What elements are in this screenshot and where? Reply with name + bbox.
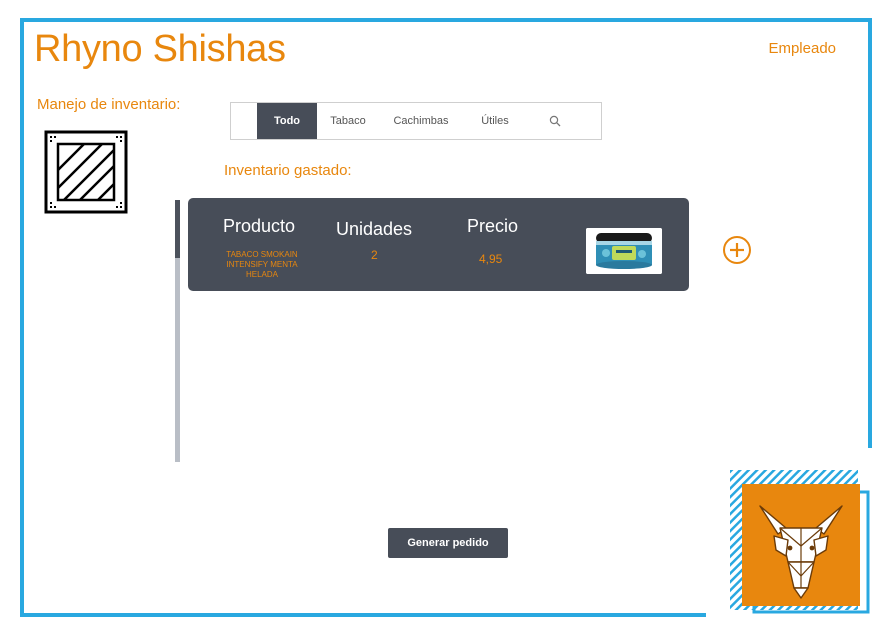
tab-tabaco[interactable]: Tabaco xyxy=(317,103,379,139)
column-header-units: Unidades xyxy=(336,219,413,239)
plus-circle-icon xyxy=(723,236,751,264)
inventory-scrollbar-thumb[interactable] xyxy=(175,200,180,258)
generate-order-button[interactable]: Generar pedido xyxy=(388,528,508,558)
inventory-title: Inventario gastado: xyxy=(224,162,352,179)
frame-bottom xyxy=(20,613,706,617)
brand-logo xyxy=(730,470,870,616)
crate-icon[interactable] xyxy=(44,130,128,214)
frame-left xyxy=(20,18,24,617)
category-tabs: Todo Tabaco Cachimbas Útiles xyxy=(230,102,602,140)
item-product-name: TABACO SMOKAIN INTENSIFY MENTA HELADA xyxy=(226,250,298,279)
item-price: 4,95 xyxy=(479,252,503,266)
tab-todo[interactable]: Todo xyxy=(257,103,317,139)
inventory-item-card[interactable]: Producto Unidades Precio TABACO SMOKAIN … xyxy=(188,198,689,291)
frame-top xyxy=(20,18,871,22)
add-item-button[interactable] xyxy=(722,235,752,265)
tabs-spacer xyxy=(231,103,257,139)
tab-utiles[interactable]: Útiles xyxy=(463,103,527,139)
column-header-product: Producto xyxy=(223,216,296,236)
search-icon[interactable] xyxy=(545,111,565,131)
column-header-price: Precio xyxy=(467,216,519,236)
frame-right xyxy=(868,18,872,448)
user-role-label[interactable]: Empleado xyxy=(768,40,836,57)
section-title: Manejo de inventario: xyxy=(37,96,181,113)
product-image xyxy=(586,228,662,274)
item-units: 2 xyxy=(371,248,378,262)
app-title: Rhyno Shishas xyxy=(34,28,286,70)
tab-cachimbas[interactable]: Cachimbas xyxy=(379,103,463,139)
